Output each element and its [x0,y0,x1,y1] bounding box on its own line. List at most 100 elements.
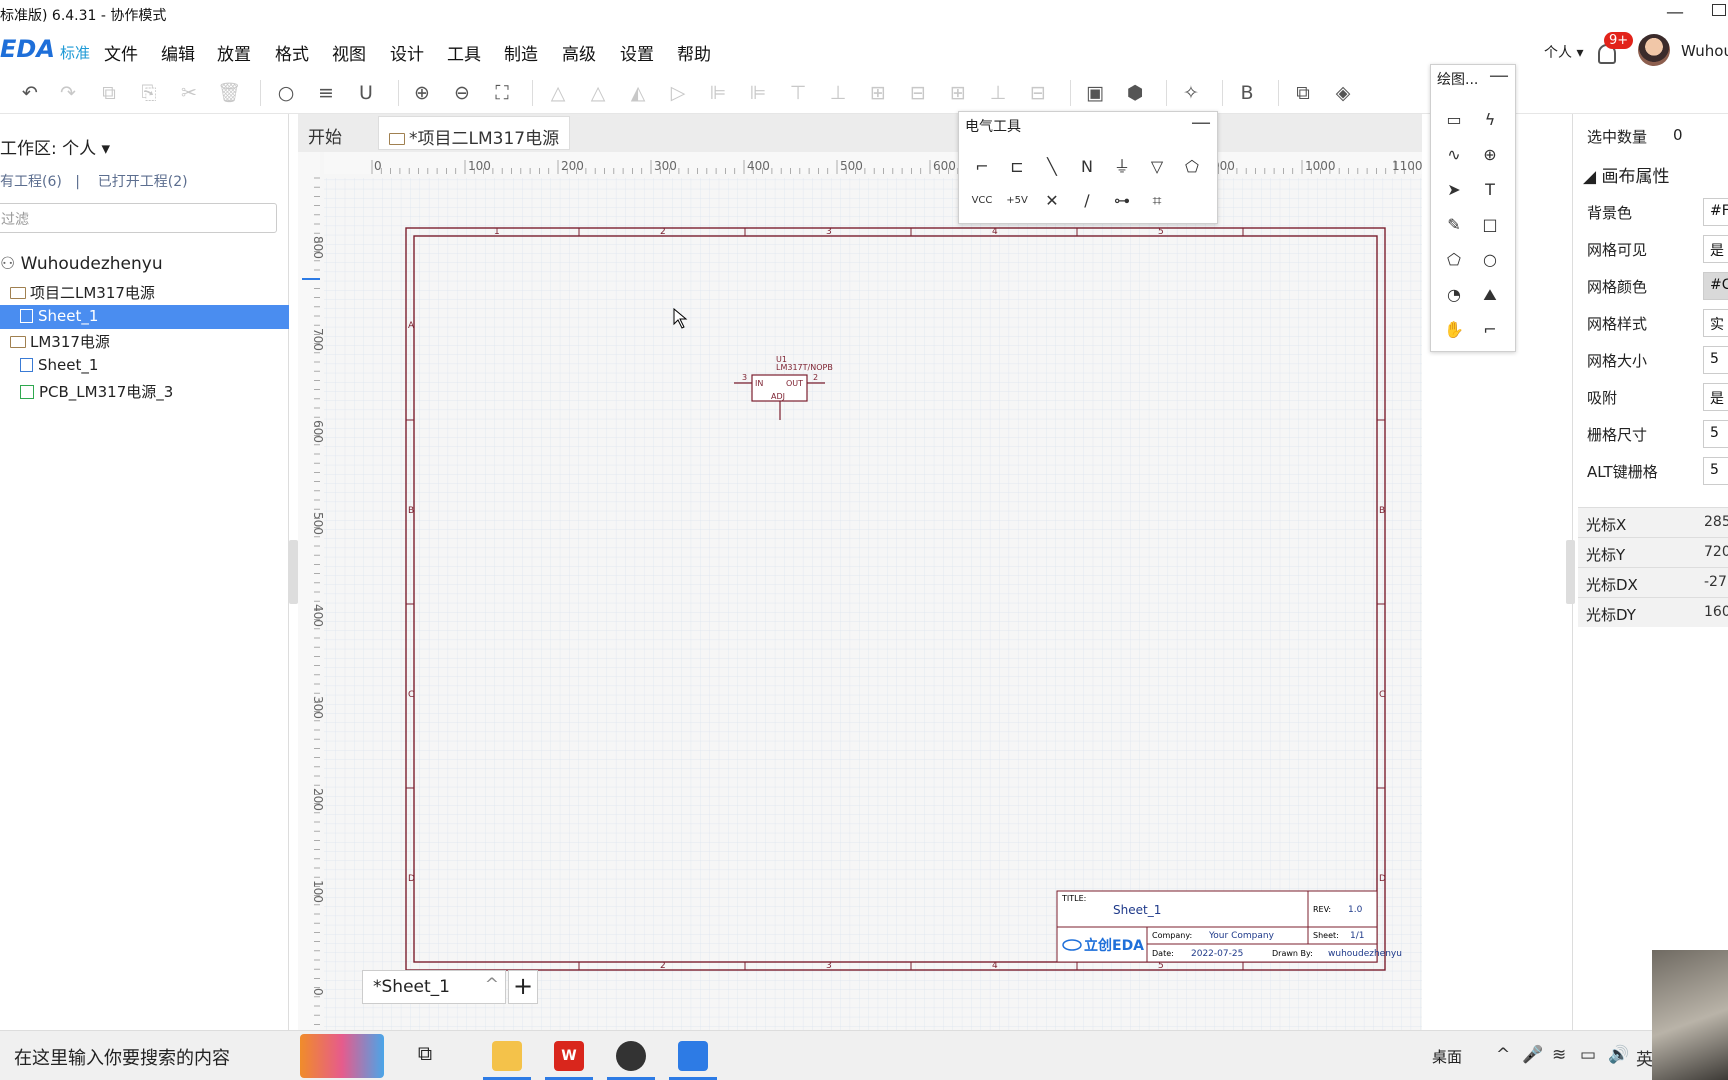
hand-pan-icon[interactable]: ✋ [1441,317,1467,343]
menu-format[interactable]: 格式 [275,40,309,65]
workspace-selector[interactable]: 工作区: 个人 ▾ [0,134,110,159]
probe-icon[interactable]: ∕ [1074,188,1100,214]
circle-icon[interactable]: ○ [1477,247,1503,273]
layer-stack-icon[interactable]: ◈ [1331,81,1355,105]
distribute-h-icon[interactable]: ⊞ [946,81,970,105]
tree-sheet[interactable]: Sheet_1 [20,356,289,378]
copy-icon[interactable]: ⧉ [97,81,121,105]
minimize-icon[interactable]: — [1666,2,1684,23]
mirror-icon[interactable]: ◭ [626,81,650,105]
wifi-icon[interactable]: ≋ [1552,1045,1566,1065]
arc-icon[interactable]: ⊕ [1477,142,1503,168]
align-top-icon[interactable]: ⊤ [786,81,810,105]
menu-place[interactable]: 放置 [217,40,251,65]
zoom-out-icon[interactable]: ⊖ [450,81,474,105]
filter-input[interactable]: 过滤 [0,203,277,233]
maximize-icon[interactable] [1712,4,1726,16]
paste-icon[interactable]: ⎘ [137,81,161,105]
tree-user[interactable]: ⚇ Wuhoudezhenyu [0,254,289,278]
obs-icon[interactable] [616,1041,646,1071]
desktop-label[interactable]: 桌面 [1432,1046,1462,1067]
menu-file[interactable]: 文件 [104,40,138,65]
find-similar-icon[interactable]: ≡ [314,81,338,105]
task-view-icon[interactable]: ⧉ [410,1041,440,1071]
align-center-v-icon[interactable]: ⊟ [906,81,930,105]
distribute-icon[interactable]: ⊟ [1026,81,1050,105]
cross-probe-icon[interactable]: U [354,81,378,105]
bezier-icon[interactable]: ∿ [1441,142,1467,168]
snapshot-icon[interactable]: ▣ [1083,81,1107,105]
sheet-tab[interactable]: *Sheet_1 ^ [362,970,506,1004]
bom-icon[interactable]: B [1235,81,1259,105]
ground-icon[interactable]: ⏚ [1109,154,1135,180]
pie-icon[interactable]: ◔ [1441,282,1467,308]
freehand-icon[interactable]: ✎ [1441,212,1467,238]
redo-icon[interactable]: ↷ [56,81,80,105]
snap-size-field[interactable]: 5 [1703,420,1728,448]
align-center-h-icon[interactable]: ⊞ [866,81,890,105]
rotate-icon[interactable]: ▷ [666,81,690,105]
personal-menu[interactable]: 个人 ▾ [1544,42,1583,62]
tree-pcb[interactable]: PCB_LM317电源_3 [20,381,289,403]
group-icon[interactable]: ⌗ [1144,188,1170,214]
grid-size-field[interactable]: 5 [1703,346,1728,374]
align-right-icon[interactable]: ⊫ [746,81,770,105]
taskbar-search-input[interactable]: 在这里输入你要搜索的内容 [14,1044,230,1070]
sheet-tab-label[interactable]: *Sheet_1 [373,977,450,997]
fit-view-icon[interactable]: ⛶ [490,81,514,105]
wire-icon[interactable]: ⌐ [969,154,995,180]
net-flag-icon[interactable]: ⬠ [1179,154,1205,180]
volume-icon[interactable]: 🔊 [1608,1045,1629,1065]
tree-sheet-selected[interactable]: Sheet_1 [0,305,289,329]
align-left-icon[interactable]: ⊫ [706,81,730,105]
grid-visible-select[interactable]: 是 [1703,235,1728,263]
grid-style-select[interactable]: 实 [1703,309,1728,337]
menu-edit[interactable]: 编辑 [161,40,195,65]
rectangle-icon[interactable]: □ [1477,212,1503,238]
menu-design[interactable]: 设计 [390,40,424,65]
easyeda-taskbar-icon[interactable] [678,1041,708,1071]
pin-icon[interactable]: ⊶ [1109,188,1135,214]
search-icon[interactable]: ○ [274,81,298,105]
canvas-props-section[interactable]: ◢ 画布属性 [1583,162,1669,187]
netport-icon[interactable]: ▽ [1144,154,1170,180]
collapse-right-handle[interactable] [1566,540,1575,604]
menu-view[interactable]: 视图 [332,40,366,65]
tree-project-folder[interactable]: 项目二LM317电源 [10,282,289,304]
delete-icon[interactable]: 🗑 [217,81,241,105]
menu-fabrication[interactable]: 制造 [504,40,538,65]
polygon-icon[interactable]: ⬠ [1441,247,1467,273]
plus5v-icon[interactable]: +5V [1004,188,1030,214]
bus-icon[interactable]: ╲ [1039,154,1065,180]
microphone-icon[interactable]: 🎤 [1522,1045,1543,1065]
minimize-panel-icon[interactable]: — [1191,110,1211,134]
no-connect-icon[interactable]: ✕ [1039,188,1065,214]
tab-project-sheet[interactable]: *项目二LM317电源 [378,116,571,150]
tree-project-folder[interactable]: LM317电源 [10,331,289,353]
file-explorer-icon[interactable] [492,1041,522,1071]
image-icon[interactable]: ⛰ [1477,282,1503,308]
undo-icon[interactable]: ↶ [18,81,42,105]
alt-snap-field[interactable]: 5 [1703,457,1728,485]
search-highlight-icon[interactable] [300,1034,384,1078]
collapse-left-handle[interactable] [289,540,298,604]
image-frame-icon[interactable]: ▭ [1441,107,1467,133]
text-icon[interactable]: T [1477,177,1503,203]
polyline-icon[interactable]: ϟ [1477,107,1503,133]
import-icon[interactable]: ⧉ [1291,81,1315,105]
flip-v-icon[interactable]: △ [586,81,610,105]
minimize-panel-icon[interactable]: — [1489,63,1509,87]
schematic-canvas[interactable]: 0 100 200 300 400 500 600 700 800 900 10… [298,152,1422,1030]
add-sheet-button[interactable]: + [508,970,538,1004]
avatar[interactable] [1638,34,1670,66]
distribute-v-icon[interactable]: ⊥ [986,81,1010,105]
menu-tools[interactable]: 工具 [447,40,481,65]
drc-icon[interactable]: ✧ [1179,81,1203,105]
vcc-icon[interactable]: VCC [969,188,995,214]
opened-projects-link[interactable]: 已打开工程(2) [98,174,188,190]
chevron-up-icon[interactable]: ^ [485,975,499,995]
grid-color-field[interactable]: #C [1703,272,1728,300]
dimension-icon[interactable]: ⌐ [1477,317,1503,343]
chevron-up-icon[interactable]: ^ [1496,1045,1510,1065]
menu-advanced[interactable]: 高级 [562,40,596,65]
